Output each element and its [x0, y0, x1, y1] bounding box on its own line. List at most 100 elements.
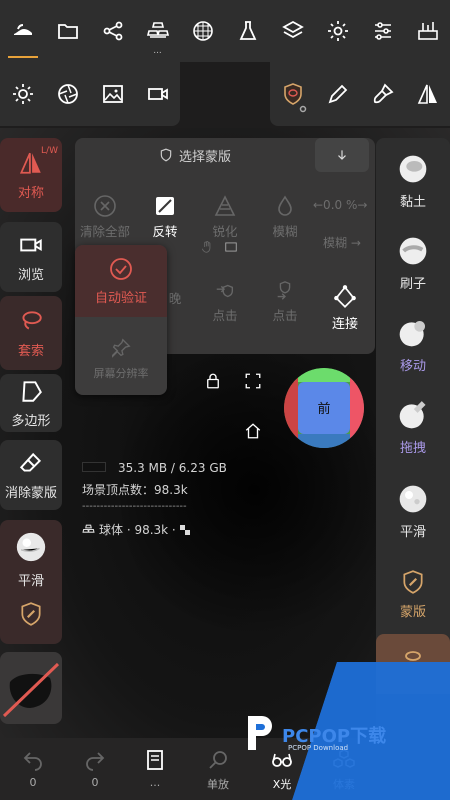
redo-button[interactable]: 0 [80, 748, 110, 789]
smooth-left-label: 平滑 [17, 574, 44, 589]
pin-icon [112, 338, 131, 358]
lasso-label: 套索 [17, 343, 44, 359]
settings-button[interactable] [316, 0, 361, 62]
drag-label: 拖拽 [399, 440, 426, 456]
move-brush-button[interactable]: 移动 [376, 310, 450, 380]
smooth-brush-button[interactable]: 平滑 [376, 476, 450, 546]
droplet-icon [278, 195, 292, 216]
sliders-icon [374, 22, 391, 40]
mask-label: 蒙版 [399, 604, 426, 620]
brush-label: 刷子 [399, 276, 426, 292]
folder-icon [57, 24, 78, 39]
xray-label: X光 [272, 778, 292, 791]
undo-button[interactable]: 0 [18, 748, 48, 789]
top-toolbar-left: ... [0, 0, 226, 62]
screen-resolution-option[interactable]: 屏幕分辨率 [75, 323, 167, 395]
invert-button[interactable]: 反转 [135, 194, 195, 240]
background-image-button[interactable] [90, 63, 135, 125]
undo-count: 0 [29, 776, 37, 789]
polygon-label: 多边形 [11, 413, 51, 429]
files-button[interactable] [45, 0, 90, 62]
eraser-icon [19, 452, 42, 472]
vertex-count: 场景顶点数：98.3k [82, 483, 188, 497]
sun-icon [12, 84, 33, 104]
home-button[interactable] [244, 422, 262, 444]
mask-tool-button[interactable] [270, 63, 315, 125]
camera-settings-button[interactable] [45, 63, 90, 125]
smooth-sphere-icon [16, 532, 46, 562]
view-cube-face-label: 前 [317, 402, 331, 417]
clay-brush-button[interactable]: 黏土 [376, 146, 450, 216]
sculpt-tool-button[interactable] [0, 0, 45, 62]
hand-icon [201, 241, 211, 253]
connect-label: 连接 [331, 317, 358, 332]
gear-badge-icon [299, 105, 307, 113]
image-icon [225, 242, 237, 252]
solo-button[interactable]: 单放 [200, 748, 236, 792]
brush-toolbar [270, 62, 450, 126]
lock-button[interactable] [204, 372, 222, 394]
smooth-left-button[interactable]: 平滑 [0, 520, 62, 644]
xray-button[interactable]: X光 [264, 748, 300, 792]
scene-tree-button[interactable] [90, 0, 135, 62]
video-button[interactable] [135, 63, 180, 125]
blur-button[interactable]: 模糊 [255, 194, 315, 240]
connect-button[interactable]: 连接 [315, 284, 375, 332]
video-camera-icon [20, 238, 42, 251]
stroke-button[interactable] [315, 63, 360, 125]
solo-label: 单放 [207, 778, 229, 791]
smooth-right-label: 平滑 [399, 524, 426, 540]
browse-button[interactable]: 浏览 [0, 222, 62, 292]
invert-label: 反转 [152, 224, 178, 239]
fullscreen-button[interactable] [244, 372, 262, 394]
object-row[interactable]: 球体 · 98.3k · [82, 521, 190, 538]
gesture-hints [200, 240, 238, 254]
blur-arrow-label[interactable]: 模糊 → [323, 234, 361, 251]
brush-brush-button[interactable]: 刷子 [376, 228, 450, 298]
screen-resolution-label: 屏幕分辨率 [93, 367, 149, 380]
stats-divider: ----------------------------- [82, 501, 187, 512]
material-preview[interactable] [0, 652, 62, 724]
clear-mask-button[interactable]: 消除蒙版 [0, 440, 62, 510]
blur-value[interactable]: ←0.0 %→ [313, 198, 367, 212]
click-label-2: 点击 [272, 308, 298, 323]
disabled-slash-icon [2, 662, 60, 718]
lasso-options-popup: 自动验证 屏幕分辨率 [75, 245, 167, 395]
lighting-button[interactable] [0, 63, 45, 125]
layers-button[interactable] [271, 0, 316, 62]
click-button-1[interactable]: 点击 [195, 280, 255, 324]
toolkit-button[interactable] [405, 0, 450, 62]
mask-brush-button[interactable]: 蒙版 [376, 560, 450, 628]
click-label-1: 点击 [212, 308, 238, 323]
sharpen-label: 锐化 [212, 224, 238, 239]
shield-icon [160, 148, 172, 162]
symmetry-toolbar-button[interactable] [405, 63, 450, 125]
history-button[interactable]: ... [140, 748, 170, 789]
tools-button[interactable] [226, 0, 271, 62]
collapse-button[interactable] [315, 138, 369, 172]
clay-label: 黏土 [399, 194, 426, 210]
topology-button[interactable] [180, 0, 225, 62]
gold-bars-icon [146, 22, 169, 38]
book-icon [147, 750, 163, 770]
watermark-logo-icon [248, 716, 272, 750]
home-icon [245, 423, 261, 439]
drag-brush-button[interactable]: 拖拽 [376, 392, 450, 462]
sharpen-button[interactable]: 锐化 [195, 194, 255, 240]
mirror-triangle-icon [417, 84, 437, 104]
clear-all-button[interactable]: 清除全部 [75, 194, 135, 240]
redo-count: 0 [91, 776, 99, 789]
painting-button[interactable] [360, 63, 405, 125]
adjust-button[interactable] [360, 0, 405, 62]
materials-button[interactable]: ... [135, 0, 180, 62]
polygon-button[interactable]: 多边形 [0, 374, 62, 432]
lasso-button[interactable]: 套索 [0, 296, 62, 370]
symmetry-badge: L/W [41, 146, 58, 156]
lasso-icon [22, 310, 42, 329]
symmetry-button[interactable]: L/W 对称 [0, 138, 62, 212]
click-button-2[interactable]: 点击 [255, 280, 315, 324]
view-cube[interactable]: 前 [284, 368, 364, 448]
sphere-grid-icon [192, 21, 213, 41]
auto-verify-option[interactable]: 自动验证 [75, 245, 167, 317]
pen-icon [328, 84, 347, 104]
